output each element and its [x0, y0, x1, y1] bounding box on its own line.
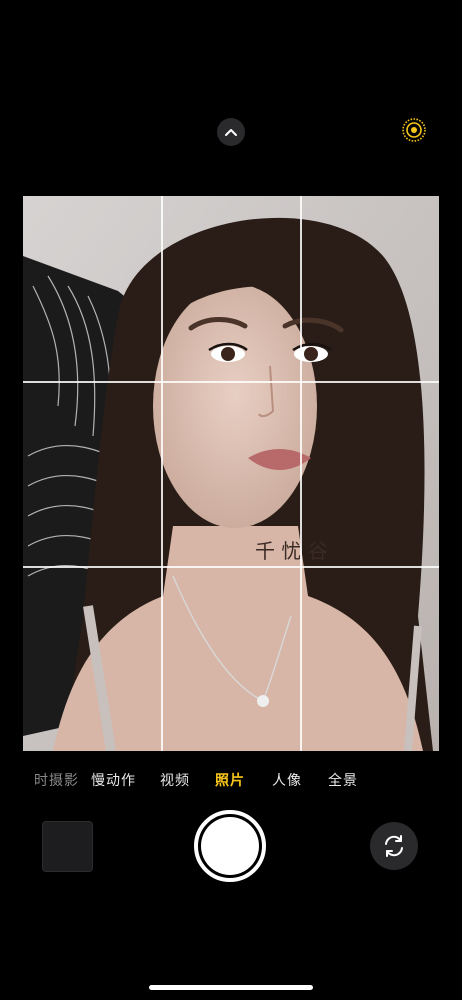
- grid-line-vertical-2: [300, 196, 302, 751]
- mode-selector: 时摄影 慢动作 视频 照片 人像 全景: [0, 768, 462, 794]
- chevron-up-icon: [225, 129, 237, 136]
- last-photo-thumbnail[interactable]: [42, 821, 93, 872]
- camera-screen: 千 忧 谷 时摄影 慢动作 视频 照片 人像 全景: [0, 0, 462, 1000]
- live-photo-button[interactable]: [400, 116, 428, 144]
- expand-controls-button[interactable]: [217, 118, 245, 146]
- grid-line-horizontal-1: [23, 381, 439, 383]
- shutter-inner: [201, 817, 259, 875]
- shutter-button[interactable]: [194, 810, 266, 882]
- live-photo-icon: [402, 118, 426, 142]
- top-bar: [0, 0, 462, 196]
- mode-portrait[interactable]: 人像: [272, 768, 302, 794]
- camera-flip-icon: [385, 835, 403, 857]
- mode-slow-motion[interactable]: 慢动作: [91, 768, 136, 794]
- flip-camera-button[interactable]: [370, 822, 418, 870]
- grid-line-horizontal-2: [23, 566, 439, 568]
- home-indicator[interactable]: [149, 985, 313, 990]
- grid-line-vertical-1: [161, 196, 163, 751]
- neck-writing-text: 千 忧 谷: [255, 539, 328, 563]
- mode-timelapse[interactable]: 时摄影: [34, 768, 79, 794]
- camera-preview-image: 千 忧 谷: [23, 196, 439, 751]
- viewfinder[interactable]: 千 忧 谷: [23, 196, 439, 751]
- mode-photo[interactable]: 照片: [215, 768, 245, 794]
- mode-panorama[interactable]: 全景: [328, 768, 358, 794]
- mode-video[interactable]: 视频: [160, 768, 190, 794]
